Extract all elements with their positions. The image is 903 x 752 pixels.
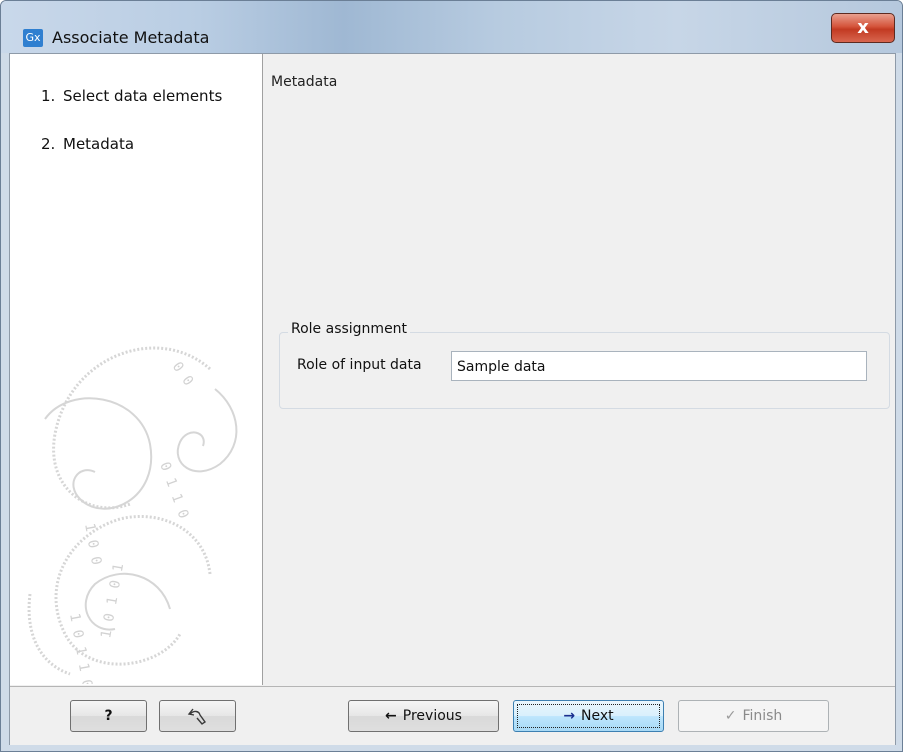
metadata-panel: Metadata Role assignment Role of input d… bbox=[263, 54, 895, 685]
reset-button[interactable] bbox=[159, 700, 236, 732]
help-icon: ? bbox=[104, 708, 113, 724]
step-label: Select data elements bbox=[63, 87, 223, 105]
group-legend: Role assignment bbox=[288, 321, 411, 337]
dialog-content: 1. Select data elements 2. Metadata 0 0 0 … bbox=[9, 53, 896, 745]
finish-label: Finish bbox=[742, 708, 783, 724]
checkmark-icon: ✓ bbox=[724, 708, 737, 724]
close-icon: x bbox=[857, 17, 869, 38]
svg-text:1 0 1 0 1: 1 0 1 0 1 bbox=[98, 562, 127, 639]
step-select-data-elements: 1. Select data elements bbox=[41, 87, 222, 105]
previous-label: Previous bbox=[402, 708, 462, 724]
button-bar: ? ← Previous → Next ✓ Finish bbox=[10, 686, 895, 745]
reset-icon bbox=[187, 708, 206, 725]
role-label: Role of input data bbox=[297, 357, 422, 373]
next-button[interactable]: → Next bbox=[513, 700, 664, 732]
svg-text:0 0: 0 0 bbox=[169, 359, 197, 389]
arrow-left-icon: ← bbox=[385, 708, 397, 724]
focus-ring bbox=[517, 704, 660, 728]
panel-title: Metadata bbox=[271, 74, 338, 90]
finish-button[interactable]: ✓ Finish bbox=[678, 700, 829, 732]
role-of-input-data-field[interactable]: Sample data bbox=[451, 351, 867, 381]
step-number: 1. bbox=[41, 87, 56, 105]
step-number: 2. bbox=[41, 135, 56, 153]
close-button[interactable]: x bbox=[831, 13, 895, 43]
decorative-swirl-logo: 0 0 0 1 1 0 1 0 0 1 0 1 1 0 1 0 1 0 1 bbox=[27, 346, 238, 684]
svg-text:0 1 1 0: 0 1 1 0 bbox=[156, 460, 191, 521]
step-label: Metadata bbox=[63, 135, 135, 153]
app-icon: Gx bbox=[23, 29, 43, 47]
help-button[interactable]: ? bbox=[70, 700, 147, 732]
title-bar[interactable]: Gx Associate Metadata x bbox=[1, 1, 902, 53]
svg-text:1 0 1 1 0: 1 0 1 1 0 bbox=[66, 612, 95, 684]
step-metadata: 2. Metadata bbox=[41, 135, 134, 153]
dialog-window: Gx Associate Metadata x 1. Select data el… bbox=[0, 0, 903, 752]
steps-panel: 1. Select data elements 2. Metadata 0 0 0 … bbox=[10, 54, 263, 685]
role-assignment-group: Role assignment Role of input data Sampl… bbox=[279, 321, 890, 409]
previous-button[interactable]: ← Previous bbox=[348, 700, 499, 732]
window-title: Associate Metadata bbox=[52, 28, 210, 47]
